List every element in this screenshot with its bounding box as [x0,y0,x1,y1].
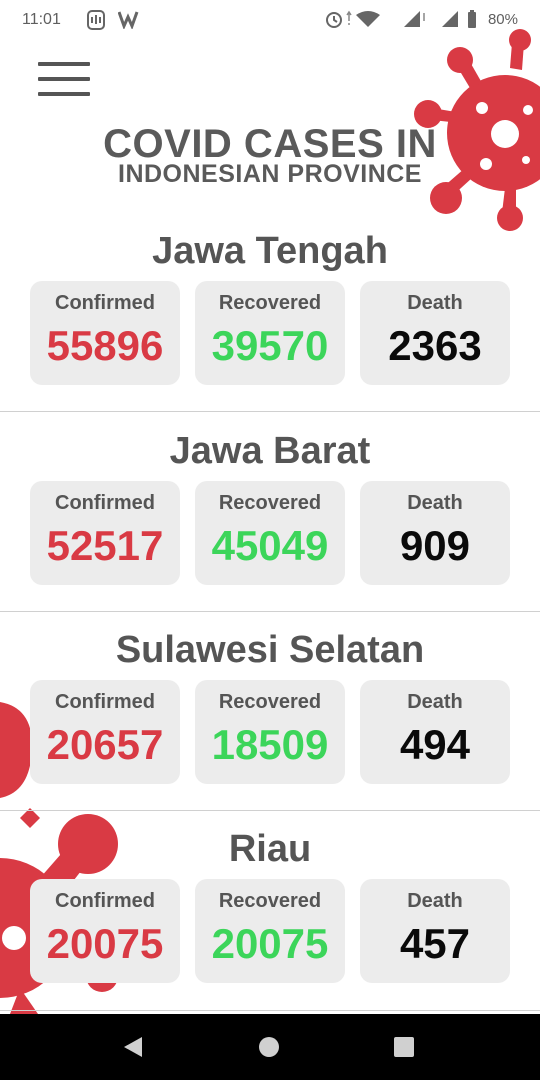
recovered-label: Recovered [218,890,322,912]
province-section: Sulawesi Selatan Confirmed 20657 Recover… [0,620,540,786]
recovered-count: 45049 [211,522,329,569]
province-section: Jawa Barat Confirmed 52517 Recovered 450… [0,421,540,587]
death-count: 909 [399,522,471,569]
stats-row: Confirmed 20075 Recovered 20075 Death 45… [0,879,540,985]
recents-icon[interactable] [393,1036,415,1058]
recovered-count: 18509 [211,721,329,768]
province-name: Jawa Barat [169,430,371,472]
confirmed-label: Confirmed [55,292,155,314]
confirmed-card: Confirmed 20075 [30,879,180,983]
confirmed-card: Confirmed 55896 [30,281,180,385]
confirmed-label: Confirmed [55,492,155,514]
wps-notification-icon [118,11,139,29]
signal-icon [404,11,425,27]
divider [0,411,540,412]
province-section: Riau Confirmed 20075 Recovered 20075 Dea… [0,819,540,985]
app-notification-icon [87,10,105,30]
death-label: Death [407,492,463,514]
battery-percentage: 80% [487,11,518,28]
battery-icon [468,10,476,28]
home-icon[interactable] [258,1036,280,1058]
province-name: Jawa Tengah [152,230,388,272]
recovered-count: 39570 [211,322,329,369]
recovered-card: Recovered 39570 [195,281,345,385]
divider [0,1010,540,1011]
page-subtitle: INDONESIAN PROVINCE [118,160,422,188]
confirmed-count: 20657 [46,721,164,768]
recovered-count: 20075 [211,920,329,967]
province-name: Riau [228,828,312,870]
system-nav-bar [0,1014,540,1080]
stats-row: Confirmed 52517 Recovered 45049 Death 90… [0,481,540,587]
confirmed-label: Confirmed [55,890,155,912]
death-count: 2363 [388,322,482,369]
recovered-card: Recovered 45049 [195,481,345,585]
status-time: 11:01 [22,11,61,28]
death-count: 457 [399,920,471,967]
stats-row: Confirmed 55896 Recovered 39570 Death 23… [0,281,540,387]
death-card: Death 494 [360,680,510,784]
death-card: Death 457 [360,879,510,983]
divider [0,611,540,612]
death-label: Death [407,691,463,713]
back-icon[interactable] [120,1034,146,1060]
death-card: Death 909 [360,481,510,585]
confirmed-card: Confirmed 20657 [30,680,180,784]
death-card: Death 2363 [360,281,510,385]
recovered-label: Recovered [218,691,322,713]
confirmed-label: Confirmed [55,691,155,713]
divider [0,810,540,811]
province-name: Sulawesi Selatan [115,629,425,671]
recovered-label: Recovered [218,492,322,514]
confirmed-count: 55896 [46,322,164,369]
recovered-card: Recovered 18509 [195,680,345,784]
alarm-icon [326,12,342,28]
confirmed-card: Confirmed 52517 [30,481,180,585]
death-label: Death [407,292,463,314]
confirmed-count: 20075 [46,920,164,967]
recovered-card: Recovered 20075 [195,879,345,983]
wifi-icon [346,10,380,27]
death-count: 494 [399,721,471,768]
menu-icon[interactable] [38,62,90,98]
confirmed-count: 52517 [46,522,164,569]
status-bar: 11:01 80% [0,0,540,40]
province-section: Jawa Tengah Confirmed 55896 Recovered 39… [0,221,540,387]
recovered-label: Recovered [218,292,322,314]
stats-row: Confirmed 20657 Recovered 18509 Death 49… [0,680,540,786]
death-label: Death [407,890,463,912]
signal-icon-2 [442,11,458,27]
